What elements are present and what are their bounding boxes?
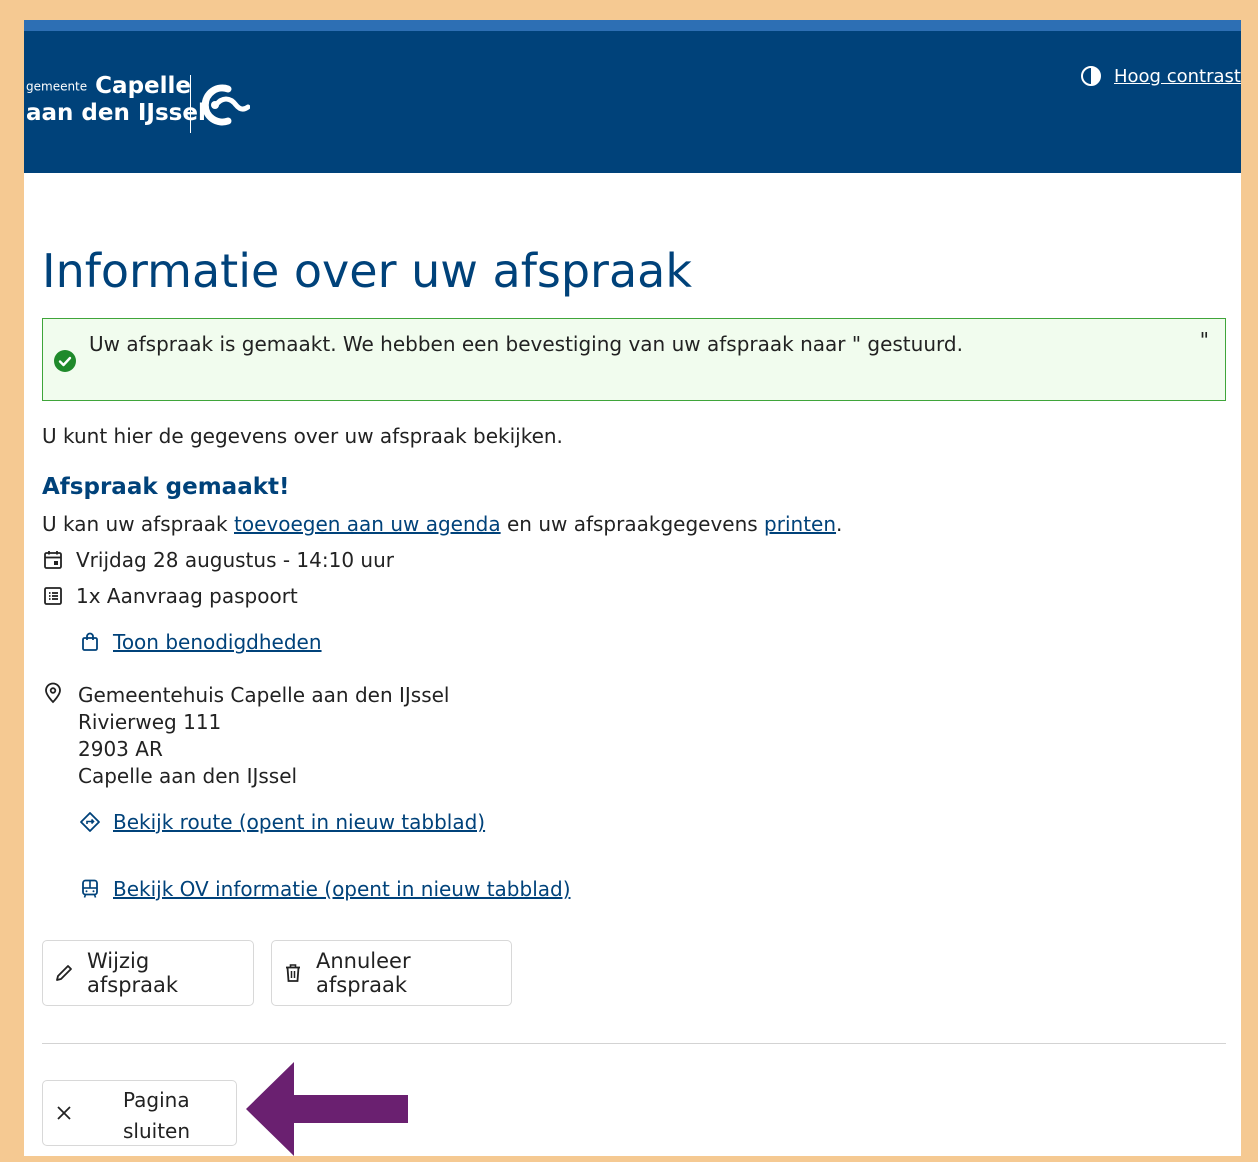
directions-icon (80, 812, 100, 832)
line-suffix: . (836, 512, 843, 536)
pencil-icon (56, 965, 72, 981)
alert-quote: " (1199, 328, 1209, 352)
high-contrast-link[interactable]: Hoog contrast (1114, 66, 1241, 87)
ov-row[interactable]: Bekijk OV informatie (opent in nieuw tab… (79, 877, 571, 901)
intro-text: U kunt hier de gegevens over uw afspraak… (42, 424, 563, 448)
line-prefix: U kan uw afspraak (42, 512, 234, 536)
site-header: gemeente Capelle aan den IJssel Hoog con… (24, 20, 1241, 173)
cancel-appointment-label: Annuleer afspraak (316, 949, 411, 997)
location-street: Rivierweg 111 (78, 710, 222, 734)
date-text: Vrijdag 28 augustus - 14:10 uur (76, 548, 394, 572)
page: gemeente Capelle aan den IJssel Hoog con… (24, 20, 1241, 1156)
close-label-line2: sluiten (123, 1119, 191, 1143)
logo-line2: aan den IJssel (26, 99, 206, 126)
check-circle-icon (54, 350, 76, 372)
requirements-row[interactable]: Toon benodigdheden (79, 630, 322, 654)
edit-appointment-label: Wijzig afspraak (87, 949, 179, 997)
contrast-icon (1081, 66, 1101, 86)
confirmation-heading: Afspraak gemaakt! (42, 474, 290, 500)
location-pin-icon (45, 682, 61, 704)
logo-mark-icon (201, 84, 250, 126)
location-row (42, 682, 64, 704)
appointment-product: 1x Aanvraag paspoort (42, 584, 298, 608)
close-page-button[interactable]: Pagina sluiten (42, 1080, 237, 1146)
shopping-bag-icon (82, 632, 98, 651)
agenda-print-text: U kan uw afspraak toevoegen aan uw agend… (42, 512, 842, 536)
page-title: Informatie over uw afspraak (42, 244, 692, 298)
high-contrast-toggle[interactable]: Hoog contrast (1080, 65, 1241, 87)
logo-separator (190, 75, 191, 133)
view-ov-info-link[interactable]: Bekijk OV informatie (opent in nieuw tab… (113, 877, 571, 901)
alert-message: Uw afspraak is gemaakt. We hebben een be… (89, 332, 963, 356)
appointment-date: Vrijdag 28 augustus - 14:10 uur (42, 548, 394, 572)
print-link[interactable]: printen (764, 512, 836, 536)
success-alert: Uw afspraak is gemaakt. We hebben een be… (42, 318, 1226, 401)
annotation-arrow-icon (246, 1062, 408, 1156)
cancel-appointment-button[interactable]: Annuleer afspraak (271, 940, 512, 1006)
calendar-icon (44, 551, 62, 569)
location-name: Gemeentehuis Capelle aan den IJssel (78, 683, 450, 707)
close-page-label: Pagina sluiten (123, 1085, 190, 1147)
divider (42, 1043, 1226, 1044)
close-label-line1: Pagina (123, 1088, 190, 1112)
product-text: 1x Aanvraag paspoort (76, 584, 298, 608)
location-postcode: 2903 AR (78, 737, 163, 761)
address-block: Gemeentehuis Capelle aan den IJssel Rivi… (78, 682, 449, 790)
view-route-link[interactable]: Bekijk route (opent in nieuw tabblad) (113, 810, 485, 834)
add-to-agenda-link[interactable]: toevoegen aan uw agenda (234, 512, 501, 536)
logo-line1: Capelle (95, 73, 192, 99)
line-middle: en uw afspraakgegevens (500, 512, 765, 536)
list-icon (44, 587, 62, 605)
edit-appointment-button[interactable]: Wijzig afspraak (42, 940, 254, 1006)
logo-small-text: gemeente (26, 79, 88, 94)
location-city: Capelle aan den IJssel (78, 764, 298, 788)
logo[interactable]: gemeente Capelle aan den IJssel (26, 73, 206, 126)
route-row[interactable]: Bekijk route (opent in nieuw tabblad) (79, 810, 485, 834)
trash-icon (286, 964, 300, 982)
close-icon (57, 1106, 71, 1120)
show-requirements-link[interactable]: Toon benodigdheden (113, 630, 322, 654)
bus-icon (82, 879, 98, 898)
